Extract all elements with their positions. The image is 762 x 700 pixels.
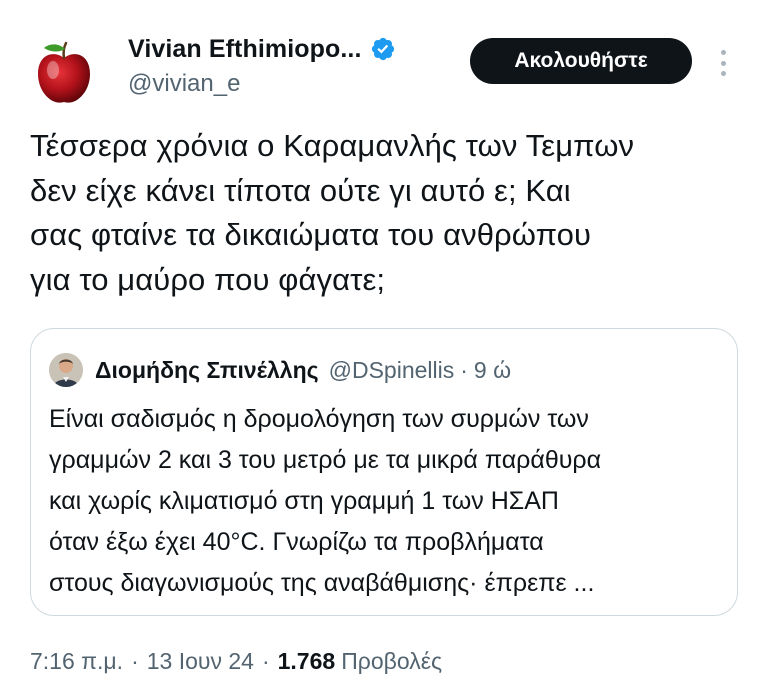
quoted-text-line: και χωρίς κλιματισμό στη γραμμή 1 των ΗΣ… — [49, 487, 559, 515]
quoted-author-avatar[interactable] — [49, 353, 83, 387]
separator-dot: · — [261, 648, 270, 674]
red-apple-icon — [38, 41, 90, 103]
separator-dot: · — [131, 648, 139, 674]
separator-dot: · — [460, 356, 468, 383]
quoted-tweet-text: Είναι σαδισμός η δρομολόγηση των συρμών … — [49, 399, 729, 604]
more-dot — [720, 60, 726, 66]
quoted-text-line: γραμμών 2 και 3 του μετρό με τα μικρά πα… — [49, 446, 602, 474]
author-info: Vivian Efthimiopo... @vivian_e — [128, 34, 396, 98]
quoted-tweet-header: Διομήδης Σπινέλλης @DSpinellis · 9 ώ — [49, 353, 511, 387]
tweet-text-line: σας φταίνε τα δικαιώματα του ανθρώπου — [30, 217, 592, 252]
author-avatar[interactable] — [28, 36, 100, 108]
quoted-author-name[interactable]: Διομήδης Σπινέλλης — [95, 357, 319, 384]
tweet-card: Vivian Efthimiopo... @vivian_e Ακολουθήσ… — [0, 0, 762, 700]
quoted-text-line: Είναι σαδισμός η δρομολόγηση των συρμών … — [49, 405, 589, 433]
author-display-name[interactable]: Vivian Efthimiopo... — [128, 35, 362, 64]
person-avatar-icon — [49, 353, 83, 387]
quoted-text-line: στους διαγωνισμούς της αναβάθμισης· έπρε… — [49, 569, 595, 597]
follow-button[interactable]: Ακολουθήστε — [470, 38, 692, 84]
tweet-text-line: δεν είχε κάνει τίποτα ούτε γι αυτό ε; Κα… — [30, 172, 571, 208]
tweet-text-line: Τέσσερα χρόνια ο Καραμανλής των Τεμπων — [30, 128, 635, 163]
quoted-tweet-card[interactable]: Διομήδης Σπινέλλης @DSpinellis · 9 ώ Είν… — [30, 328, 738, 616]
author-handle[interactable]: @vivian_e — [128, 70, 396, 98]
quoted-timestamp[interactable]: 9 ώ — [474, 357, 511, 384]
views-label: Προβολές — [341, 648, 443, 674]
more-dot — [720, 71, 726, 76]
tweet-date[interactable]: 13 Ιουν 24 — [147, 648, 254, 674]
tweet-meta: 7:16 π.μ. · 13 Ιουν 24 · 1.768 Προβολές — [30, 648, 442, 675]
tweet-time[interactable]: 7:16 π.μ. — [30, 648, 123, 674]
more-vertical-icon[interactable] — [716, 50, 730, 76]
tweet-text-line: για το μαύρο που φάγατε; — [30, 261, 386, 297]
quoted-text-line: όταν έξω έχει 40°C. Γνωρίζω τα προβλήματ… — [49, 528, 544, 556]
quoted-author-handle[interactable]: @DSpinellis — [329, 357, 455, 384]
author-name-row: Vivian Efthimiopo... — [128, 34, 396, 64]
views-count[interactable]: 1.768 — [278, 648, 336, 674]
verified-badge-icon — [371, 37, 394, 61]
more-dot — [720, 50, 726, 55]
tweet-text: Τέσσερα χρόνια ο Καραμανλής των Τεμπων δ… — [30, 124, 750, 302]
